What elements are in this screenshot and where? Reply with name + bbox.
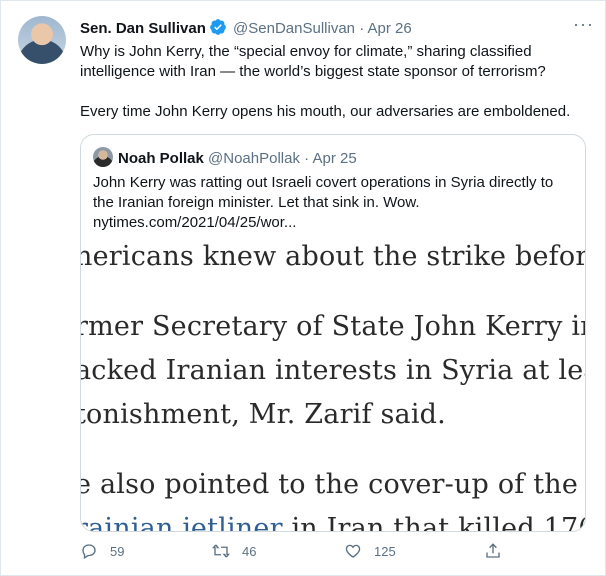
quoted-author-name: Noah Pollak (118, 150, 204, 167)
share-button[interactable] (484, 542, 514, 560)
quoted-text-line: John Kerry was ratting out Israeli cover… (93, 174, 554, 191)
retweet-button[interactable]: 46 (212, 542, 256, 560)
share-icon (486, 543, 500, 558)
author-handle[interactable]: @SenDanSullivan (233, 20, 355, 37)
author-name[interactable]: Sen. Dan Sullivan (80, 20, 206, 37)
article-text-line: nericans knew about the strike before (81, 241, 585, 272)
article-text-line: rmer Secretary of State John Kerry in (81, 311, 585, 342)
quoted-tweet-date: Apr 25 (312, 150, 357, 167)
article-screenshot-image[interactable]: nericans knew about the strike before rm… (81, 235, 585, 531)
author-avatar[interactable] (18, 16, 66, 64)
quoted-link[interactable]: nytimes.com/2021/04/25/wor... (93, 213, 573, 233)
article-text-rest: in Iran that killed 176 (282, 513, 585, 531)
quoted-tweet[interactable]: Noah Pollak @NoahPollak · Apr 25 John Ke… (80, 134, 586, 532)
tweet-paragraph: Why is John Kerry, the “special envoy fo… (80, 43, 546, 80)
header-separator: · (359, 20, 365, 37)
tweet-paragraph: Every time John Kerry opens his mouth, o… (80, 103, 571, 120)
tweet-text: Why is John Kerry, the “special envoy fo… (80, 42, 590, 122)
like-button[interactable]: 125 (344, 542, 396, 560)
reply-button[interactable]: 59 (80, 542, 124, 560)
article-text-line: acked Iranian interests in Syria at lea (81, 355, 585, 386)
quoted-text-line: the Iranian foreign minister. Let that s… (93, 194, 420, 211)
quoted-tweet-text: John Kerry was ratting out Israeli cover… (93, 173, 573, 233)
quoted-header-separator: · (304, 150, 310, 167)
more-options-icon[interactable]: ··· (573, 14, 594, 35)
quoted-author-handle: @NoahPollak (208, 150, 300, 167)
tweet-actions: 59 46 125 (80, 540, 580, 566)
reply-icon (82, 544, 96, 559)
retweet-icon (212, 544, 230, 558)
like-count: 125 (374, 543, 396, 559)
tweet-header: Sen. Dan Sullivan @SenDanSullivan · Apr … (80, 18, 590, 38)
heart-icon (345, 544, 361, 558)
article-link-text: rainian jetliner (81, 513, 283, 531)
reply-count: 59 (110, 543, 125, 559)
quoted-author-avatar (93, 147, 113, 167)
article-text-line: tonishment, Mr. Zarif said. (81, 399, 446, 430)
quoted-tweet-header: Noah Pollak @NoahPollak · Apr 25 (93, 147, 357, 167)
verified-badge-icon (209, 18, 227, 40)
tweet-date[interactable]: Apr 26 (368, 20, 412, 37)
article-text-line: e also pointed to the cover-up of the Gu (81, 469, 585, 500)
retweet-count: 46 (242, 543, 257, 559)
article-text-line: rainian jetliner in Iran that killed 176 (81, 513, 585, 531)
